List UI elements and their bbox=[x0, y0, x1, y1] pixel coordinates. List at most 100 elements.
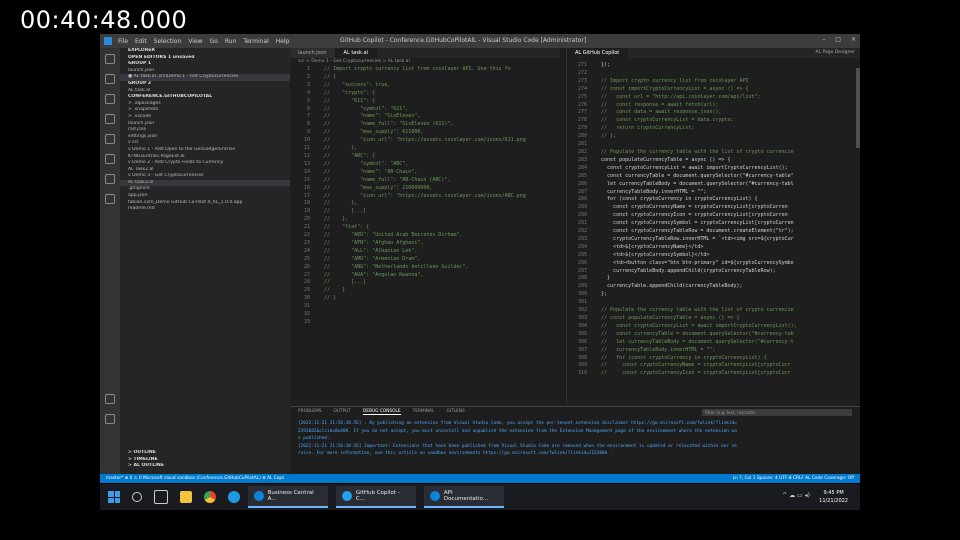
line-number: 297 bbox=[577, 267, 587, 274]
code-line: 31 bbox=[290, 303, 560, 311]
sidebar-item[interactable]: AL Task2.al bbox=[120, 167, 290, 174]
close-icon[interactable]: × bbox=[851, 36, 856, 43]
sidebar-section[interactable]: > AL OUTLINE bbox=[120, 463, 290, 470]
sidebar-section[interactable]: > TIMELINE bbox=[120, 457, 290, 464]
code-text: <td>${cryptoCurrencyName}</td> bbox=[595, 243, 704, 250]
code-line: 16 // "max_supply": 210000000, bbox=[290, 185, 560, 193]
panel-tab[interactable]: PROBLEMS bbox=[298, 409, 321, 414]
code-text: // "symbol": "ABC", bbox=[318, 160, 409, 167]
code-line: 304 // const cryptoCurrencyList = await … bbox=[567, 323, 860, 331]
panel-tab[interactable]: OUTPUT bbox=[333, 409, 351, 414]
remote-icon[interactable] bbox=[105, 174, 115, 184]
testing-icon[interactable] bbox=[105, 154, 115, 164]
code-text: // [...] bbox=[318, 208, 367, 215]
sidebar-item[interactable]: v src bbox=[120, 140, 290, 147]
system-tray[interactable]: ^ ☁ ▭ ◂) bbox=[782, 492, 810, 499]
chrome-icon[interactable] bbox=[204, 491, 216, 503]
line-number: 21 bbox=[303, 224, 310, 231]
sidebar-item[interactable]: fabian.com_Demo GitHub Co-Pilot 4_AL_1.0… bbox=[120, 200, 290, 207]
code-line: 275 // const url = "http://api.coinlayer… bbox=[567, 94, 860, 102]
menu-selection[interactable]: Selection bbox=[154, 38, 182, 45]
page-designer-label[interactable]: AL Page Designer bbox=[816, 50, 856, 55]
taskbar-app[interactable]: Business Central A... bbox=[248, 486, 328, 508]
windows-start-icon[interactable] bbox=[108, 491, 120, 503]
status-left[interactable]: master* ⊗ 0 ⚠ 0 Microsoft cloud sandbox … bbox=[100, 476, 284, 481]
menu-help[interactable]: Help bbox=[276, 38, 290, 45]
editor-tab[interactable]: launch.json bbox=[290, 48, 336, 58]
taskbar-app[interactable]: GitHub Copilot - C... bbox=[336, 486, 416, 508]
debug-console-output: [2022-11-21 21:50:38.56] : By publishing… bbox=[290, 416, 860, 458]
code-line: 5 // "611": { bbox=[290, 98, 560, 106]
file-explorer-icon[interactable] bbox=[180, 491, 192, 503]
run-debug-icon[interactable] bbox=[105, 114, 115, 124]
extensions-icon[interactable] bbox=[105, 134, 115, 144]
line-number: 23 bbox=[303, 239, 310, 246]
code-editor[interactable]: 271 }); 272 273 // Import crypto currency … bbox=[567, 62, 860, 378]
sidebar-item: CONFERENCE.GITHUBCOPILOTAL bbox=[128, 94, 213, 100]
sidebar-item[interactable]: > .alpackages bbox=[120, 101, 290, 108]
panel-filter-input[interactable]: Filter (e.g. text, !exclude) bbox=[702, 409, 852, 416]
source-control-icon[interactable] bbox=[105, 94, 115, 104]
sidebar-item[interactable]: ● AL task.al .src\Demo 1 - Get Cryptocur… bbox=[120, 74, 290, 81]
sidebar-item[interactable]: launch.json bbox=[120, 68, 290, 75]
sidebar-item[interactable]: AL task3.al bbox=[120, 179, 290, 187]
sidebar-section[interactable]: > OUTLINE bbox=[120, 450, 290, 457]
code-editor[interactable]: 1 // Import crypto currency list from co… bbox=[290, 66, 560, 327]
sidebar-item[interactable]: .gitignore bbox=[120, 186, 290, 193]
code-text: // "AMD": "Armenian Dram", bbox=[318, 255, 421, 262]
explorer-icon[interactable] bbox=[105, 54, 115, 64]
sidebar-item[interactable]: v Demo 2 - Add Crypto Fields to Currency bbox=[120, 160, 290, 167]
settings-gear-icon[interactable] bbox=[105, 414, 115, 424]
sidebar-item[interactable]: launch.json bbox=[120, 121, 290, 128]
sidebar-item[interactable]: settings.json bbox=[120, 134, 290, 141]
taskbar-app[interactable]: API Documentatio... bbox=[424, 486, 504, 508]
line-number: 279 bbox=[577, 125, 587, 132]
sidebar-item[interactable]: v Demo 1 - Add Open to the GenLedgerEntr… bbox=[120, 147, 290, 154]
sidebar-item[interactable]: readme.md bbox=[120, 206, 290, 213]
line-number: 274 bbox=[577, 85, 587, 92]
panel-tab[interactable]: GITLENS bbox=[446, 409, 464, 414]
sidebar-item: GROUP 1 bbox=[128, 61, 152, 67]
sidebar-item[interactable]: > .vscode bbox=[120, 114, 290, 121]
menu-file[interactable]: File bbox=[118, 38, 128, 45]
line-number: 292 bbox=[577, 228, 587, 235]
code-line: 1 // Import crypto currency list from co… bbox=[290, 66, 560, 74]
panel-tab[interactable]: DEBUG CONSOLE bbox=[362, 409, 401, 415]
panel-tab[interactable]: TERMINAL bbox=[413, 409, 435, 414]
sidebar-item[interactable]: KTNGLEntries.PageExt.al bbox=[120, 154, 290, 161]
line-number: 294 bbox=[577, 243, 587, 250]
sidebar-item[interactable]: > .snapshots bbox=[120, 107, 290, 114]
sidebar-item[interactable]: AL task.al bbox=[120, 88, 290, 95]
sidebar-item[interactable]: app.json bbox=[120, 193, 290, 200]
code-text: // { bbox=[318, 73, 337, 80]
github-icon[interactable] bbox=[105, 194, 115, 204]
scrollbar[interactable] bbox=[856, 68, 860, 148]
task-view-icon[interactable] bbox=[154, 490, 168, 504]
editor-tab[interactable]: AL task.al bbox=[335, 48, 377, 58]
account-icon[interactable] bbox=[105, 394, 115, 404]
code-line: 278 // const cryptoCurrencyList = data.c… bbox=[567, 117, 860, 125]
search-icon[interactable] bbox=[132, 492, 142, 502]
edge-icon[interactable] bbox=[228, 491, 240, 503]
editor-tab[interactable]: AL GitHub Copilot bbox=[567, 48, 629, 58]
sidebar-item[interactable]: v Demo 3 - Get Cryptocurrencies bbox=[120, 173, 290, 180]
menu-go[interactable]: Go bbox=[210, 38, 218, 45]
minimize-icon[interactable]: – bbox=[822, 36, 825, 43]
sidebar-item[interactable]: rad.json bbox=[120, 127, 290, 134]
menu-run[interactable]: Run bbox=[225, 38, 237, 45]
code-line: 290 const cryptoCurrencyIcon = cryptoCur… bbox=[567, 212, 860, 220]
code-text: // Populate the currency table with the … bbox=[595, 148, 794, 155]
code-line: 20 // }, bbox=[290, 216, 560, 224]
code-text: // const populateCurrencyTable = async (… bbox=[595, 315, 740, 321]
code-line: 11 // }, bbox=[290, 145, 560, 153]
menu-terminal[interactable]: Terminal bbox=[243, 38, 268, 45]
search-icon[interactable] bbox=[105, 74, 115, 84]
menu-edit[interactable]: Edit bbox=[135, 38, 147, 45]
code-text: }); bbox=[595, 62, 611, 68]
clock[interactable]: 9:45 PM 11/21/2022 bbox=[819, 489, 848, 505]
status-right[interactable]: Ln 7, Col 1 Spaces: 4 UTF-8 CRLF AL Code… bbox=[733, 476, 854, 481]
code-line: 281 bbox=[567, 141, 860, 149]
code-text: // Import crypto currency list from coin… bbox=[595, 77, 749, 84]
maximize-icon[interactable]: □ bbox=[835, 36, 841, 43]
menu-view[interactable]: View bbox=[188, 38, 202, 45]
